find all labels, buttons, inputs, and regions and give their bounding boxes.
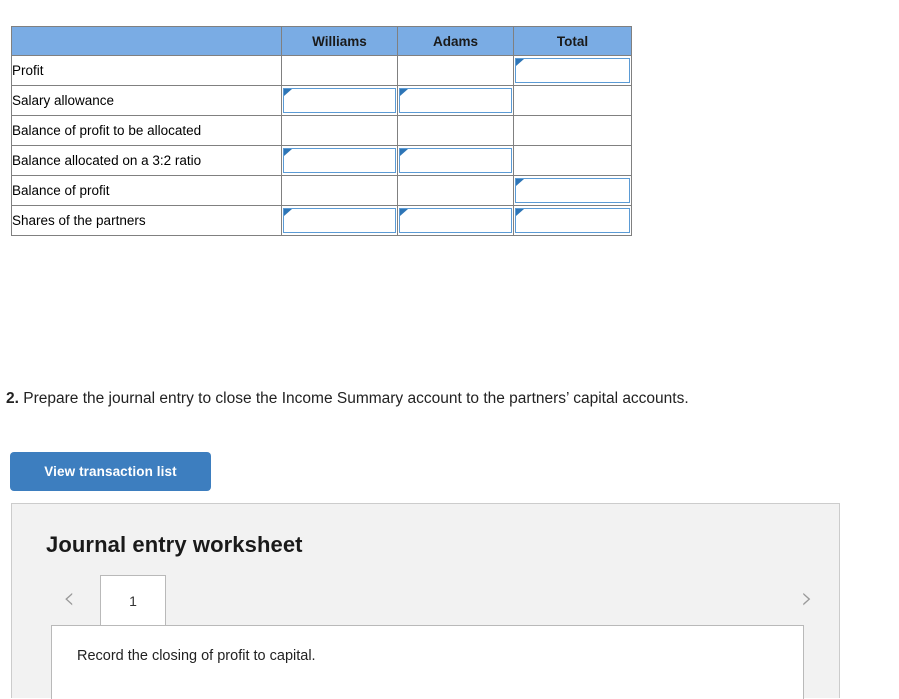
cell-balance-allocated-adams[interactable] bbox=[397, 145, 514, 176]
input-balance-allocated-williams[interactable] bbox=[283, 148, 396, 173]
input-shares-adams[interactable] bbox=[399, 208, 512, 233]
question-number: 2. bbox=[6, 390, 19, 407]
question-2: 2. Prepare the journal entry to close th… bbox=[6, 388, 886, 410]
cell-balance-to-allocate-adams bbox=[397, 115, 514, 146]
journal-entry-note: Record the closing of profit to capital. bbox=[77, 648, 316, 664]
row-label-balance-to-allocate: Balance of profit to be allocated bbox=[11, 115, 282, 146]
row-label-balance-of-profit: Balance of profit bbox=[11, 175, 282, 206]
chevron-right-icon[interactable]: › bbox=[792, 582, 822, 616]
cell-balance-of-profit-williams bbox=[281, 175, 398, 206]
worksheet-pager: ‹ 1 › bbox=[12, 574, 839, 626]
chevron-left-icon[interactable]: ‹ bbox=[54, 582, 84, 616]
cell-salary-allowance-total bbox=[513, 85, 632, 116]
input-salary-allowance-williams[interactable] bbox=[283, 88, 396, 113]
input-shares-williams[interactable] bbox=[283, 208, 396, 233]
cell-balance-of-profit-adams bbox=[397, 175, 514, 206]
cell-profit-adams bbox=[397, 55, 514, 86]
cell-profit-total[interactable] bbox=[513, 55, 632, 86]
cell-salary-allowance-adams[interactable] bbox=[397, 85, 514, 116]
cell-salary-allowance-williams[interactable] bbox=[281, 85, 398, 116]
column-header-williams: Williams bbox=[281, 26, 398, 56]
input-balance-of-profit-total[interactable] bbox=[515, 178, 630, 203]
worksheet-title: Journal entry worksheet bbox=[46, 532, 303, 557]
input-salary-allowance-adams[interactable] bbox=[399, 88, 512, 113]
input-profit-total[interactable] bbox=[515, 58, 630, 83]
table-row: Salary allowance bbox=[11, 85, 632, 116]
cell-shares-adams[interactable] bbox=[397, 205, 514, 236]
row-label-salary-allowance: Salary allowance bbox=[11, 85, 282, 116]
row-label-balance-allocated-ratio: Balance allocated on a 3:2 ratio bbox=[11, 145, 282, 176]
table-row: Profit bbox=[11, 55, 632, 86]
view-transaction-list-button[interactable]: View transaction list bbox=[10, 452, 211, 491]
cell-profit-williams bbox=[281, 55, 398, 86]
journal-entry-card: Record the closing of profit to capital. bbox=[51, 625, 804, 699]
profit-allocation-table: Williams Adams Total Profit Salary allow… bbox=[11, 26, 632, 236]
input-balance-allocated-adams[interactable] bbox=[399, 148, 512, 173]
input-shares-total[interactable] bbox=[515, 208, 630, 233]
table-row: Shares of the partners bbox=[11, 205, 632, 236]
cell-balance-to-allocate-williams bbox=[281, 115, 398, 146]
table-row: Balance allocated on a 3:2 ratio bbox=[11, 145, 632, 176]
journal-entry-worksheet-panel: Journal entry worksheet ‹ 1 › Record the… bbox=[11, 503, 840, 699]
cell-balance-allocated-total bbox=[513, 145, 632, 176]
table-row: Balance of profit bbox=[11, 175, 632, 206]
worksheet-tab-1[interactable]: 1 bbox=[100, 575, 166, 625]
column-header-blank bbox=[11, 26, 282, 56]
column-header-adams: Adams bbox=[397, 26, 514, 56]
column-header-total: Total bbox=[513, 26, 632, 56]
row-label-shares-of-partners: Shares of the partners bbox=[11, 205, 282, 236]
cell-balance-to-allocate-total bbox=[513, 115, 632, 146]
cell-shares-total[interactable] bbox=[513, 205, 632, 236]
profit-allocation-table-wrapper: Williams Adams Total Profit Salary allow… bbox=[11, 26, 632, 236]
cell-balance-allocated-williams[interactable] bbox=[281, 145, 398, 176]
cell-shares-williams[interactable] bbox=[281, 205, 398, 236]
row-label-profit: Profit bbox=[11, 55, 282, 86]
table-row: Balance of profit to be allocated bbox=[11, 115, 632, 146]
cell-balance-of-profit-total[interactable] bbox=[513, 175, 632, 206]
table-header-row: Williams Adams Total bbox=[11, 26, 632, 56]
question-text: Prepare the journal entry to close the I… bbox=[23, 390, 689, 407]
